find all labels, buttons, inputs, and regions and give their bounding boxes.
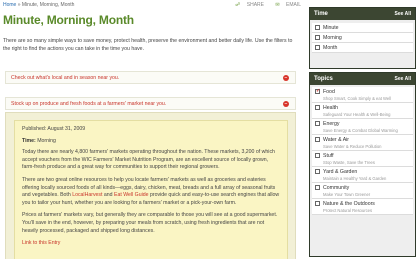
collapse-icon[interactable]: − xyxy=(283,75,289,81)
checkbox[interactable] xyxy=(315,169,320,174)
paragraph-text: and xyxy=(102,192,115,199)
checkbox[interactable] xyxy=(315,105,320,110)
breadcrumb-home-link[interactable]: Home xyxy=(3,2,16,8)
time-see-all-link[interactable]: See All xyxy=(395,11,412,17)
checkbox[interactable] xyxy=(315,201,320,206)
checkbox[interactable] xyxy=(315,35,320,40)
topic-label: Health xyxy=(323,105,338,111)
article-published: Published: August 31, 2009 xyxy=(22,126,280,134)
published-date: August 31, 2009 xyxy=(47,126,86,132)
article-time: Time: Morning xyxy=(22,138,280,146)
action-item[interactable]: Stock up on produce and fresh foods at a… xyxy=(5,97,296,110)
article-body: Published: August 31, 2009 Time: Morning… xyxy=(14,120,288,259)
published-label: Published: xyxy=(22,126,47,132)
topic-subtitle: Safeguard Your Health & Well-Being xyxy=(323,112,391,117)
time-filter: Time See All Minute Morning Month xyxy=(309,7,416,69)
topic-label: Stuff xyxy=(323,153,334,159)
share-icon: ☍ xyxy=(235,2,241,8)
topics-filter-header: Topics See All xyxy=(310,73,415,85)
checkbox[interactable] xyxy=(315,121,320,126)
action-item-label[interactable]: Check out what's local and in season nea… xyxy=(11,75,119,81)
time-filter-header: Time See All xyxy=(310,8,415,20)
article-paragraph: Today there are nearly 4,800 farmers' ma… xyxy=(22,149,275,171)
page-title: Minute, Morning, Month xyxy=(3,13,134,27)
entry-link[interactable]: Link to this Entry xyxy=(22,240,60,246)
time-option[interactable]: Month xyxy=(312,43,413,53)
topic-option[interactable]: Stuff Stop Waste, Save the Trees xyxy=(312,151,413,167)
share-button[interactable]: ☍ SHARE xyxy=(230,2,264,8)
checkbox-checked[interactable] xyxy=(315,88,320,94)
checkbox[interactable] xyxy=(315,45,320,50)
time-option-label: Minute xyxy=(323,25,339,31)
topics-see-all-link[interactable]: See All xyxy=(395,76,412,82)
page-intro: There are so many simple ways to save mo… xyxy=(3,38,293,52)
topic-option[interactable]: Nature & the Outdoors Protect Natural Res… xyxy=(312,199,413,215)
checkbox[interactable] xyxy=(315,153,320,158)
topic-option[interactable]: Community Make Your Town Greener xyxy=(312,183,413,199)
article-paragraph: There are two great online resources to … xyxy=(22,177,280,207)
main-content: Home » Minute, Morning, Month ☍ SHARE ✉ … xyxy=(0,0,303,259)
time-filter-list: Minute Morning Month xyxy=(310,20,415,53)
topic-option[interactable]: Energy Save Energy & Combat Global Warmin… xyxy=(312,119,413,135)
eat-well-guide-link[interactable]: Eat Well Guide xyxy=(114,192,149,198)
topic-option[interactable]: Yard & Garden Maintain a Healthy Yard & G… xyxy=(312,167,413,183)
time-value: Morning xyxy=(37,137,56,144)
filter-sidebar: Time See All Minute Morning Month Topics… xyxy=(307,0,418,259)
email-label: EMAIL xyxy=(285,2,301,8)
checkbox[interactable] xyxy=(315,137,320,142)
action-item-label[interactable]: Stock up on produce and fresh foods at a… xyxy=(11,101,166,107)
expanded-action-panel: Published: August 31, 2009 Time: Morning… xyxy=(5,112,296,259)
topics-filter-list: FoodShop Smart, Cook Simply & eat Well H… xyxy=(310,85,415,215)
time-filter-title: Time xyxy=(314,11,328,17)
page-tools: ☍ SHARE ✉ EMAIL xyxy=(225,2,301,8)
breadcrumb-current: Minute, Morning, Month xyxy=(21,2,75,8)
share-label: SHARE xyxy=(246,2,264,8)
email-icon: ✉ xyxy=(275,2,280,8)
topic-option[interactable]: FoodShop Smart, Cook Simply & eat Well xyxy=(312,87,413,103)
time-option[interactable]: Morning xyxy=(312,33,413,43)
topic-subtitle: Save Energy & Combat Global Warming xyxy=(323,128,398,133)
topic-option[interactable]: Water & Air Save Water & Reduce Pollution xyxy=(312,135,413,151)
time-option-label: Morning xyxy=(323,35,342,41)
action-item[interactable]: Check out what's local and in season nea… xyxy=(5,71,296,84)
localharvest-link[interactable]: LocalHarvest xyxy=(72,192,102,198)
topic-subtitle: Maintain a Healthy Yard & Garden xyxy=(323,176,387,181)
time-label: Time: xyxy=(22,137,36,144)
article-paragraph: Prices at farmers' markets vary, but gen… xyxy=(22,212,278,234)
time-option[interactable]: Minute xyxy=(312,23,413,33)
topics-filter: Topics See All FoodShop Smart, Cook Simp… xyxy=(309,72,416,257)
topic-subtitle: Stop Waste, Save the Trees xyxy=(323,160,375,165)
time-option-label: Month xyxy=(323,45,338,51)
email-button[interactable]: ✉ EMAIL xyxy=(270,2,301,8)
topic-label: Community xyxy=(323,185,350,191)
topic-label: Water & Air xyxy=(323,137,350,143)
topic-subtitle: Shop Smart, Cook Simply & eat Well xyxy=(323,96,392,101)
topic-subtitle: Protect Natural Resources xyxy=(323,208,373,213)
checkbox[interactable] xyxy=(315,185,320,190)
checkbox[interactable] xyxy=(315,25,320,30)
topic-subtitle: Save Water & Reduce Pollution xyxy=(323,144,382,149)
topic-label: Energy xyxy=(323,121,340,127)
topic-label: Food xyxy=(323,89,335,95)
topic-subtitle: Make Your Town Greener xyxy=(323,192,371,197)
topic-option[interactable]: Health Safeguard Your Health & Well-Being xyxy=(312,103,413,119)
topic-label: Nature & the Outdoors xyxy=(323,201,375,207)
breadcrumb: Home » Minute, Morning, Month ☍ SHARE ✉ … xyxy=(3,2,303,11)
topic-label: Yard & Garden xyxy=(323,169,358,175)
topics-filter-title: Topics xyxy=(314,76,333,82)
collapse-icon[interactable]: − xyxy=(283,101,289,107)
